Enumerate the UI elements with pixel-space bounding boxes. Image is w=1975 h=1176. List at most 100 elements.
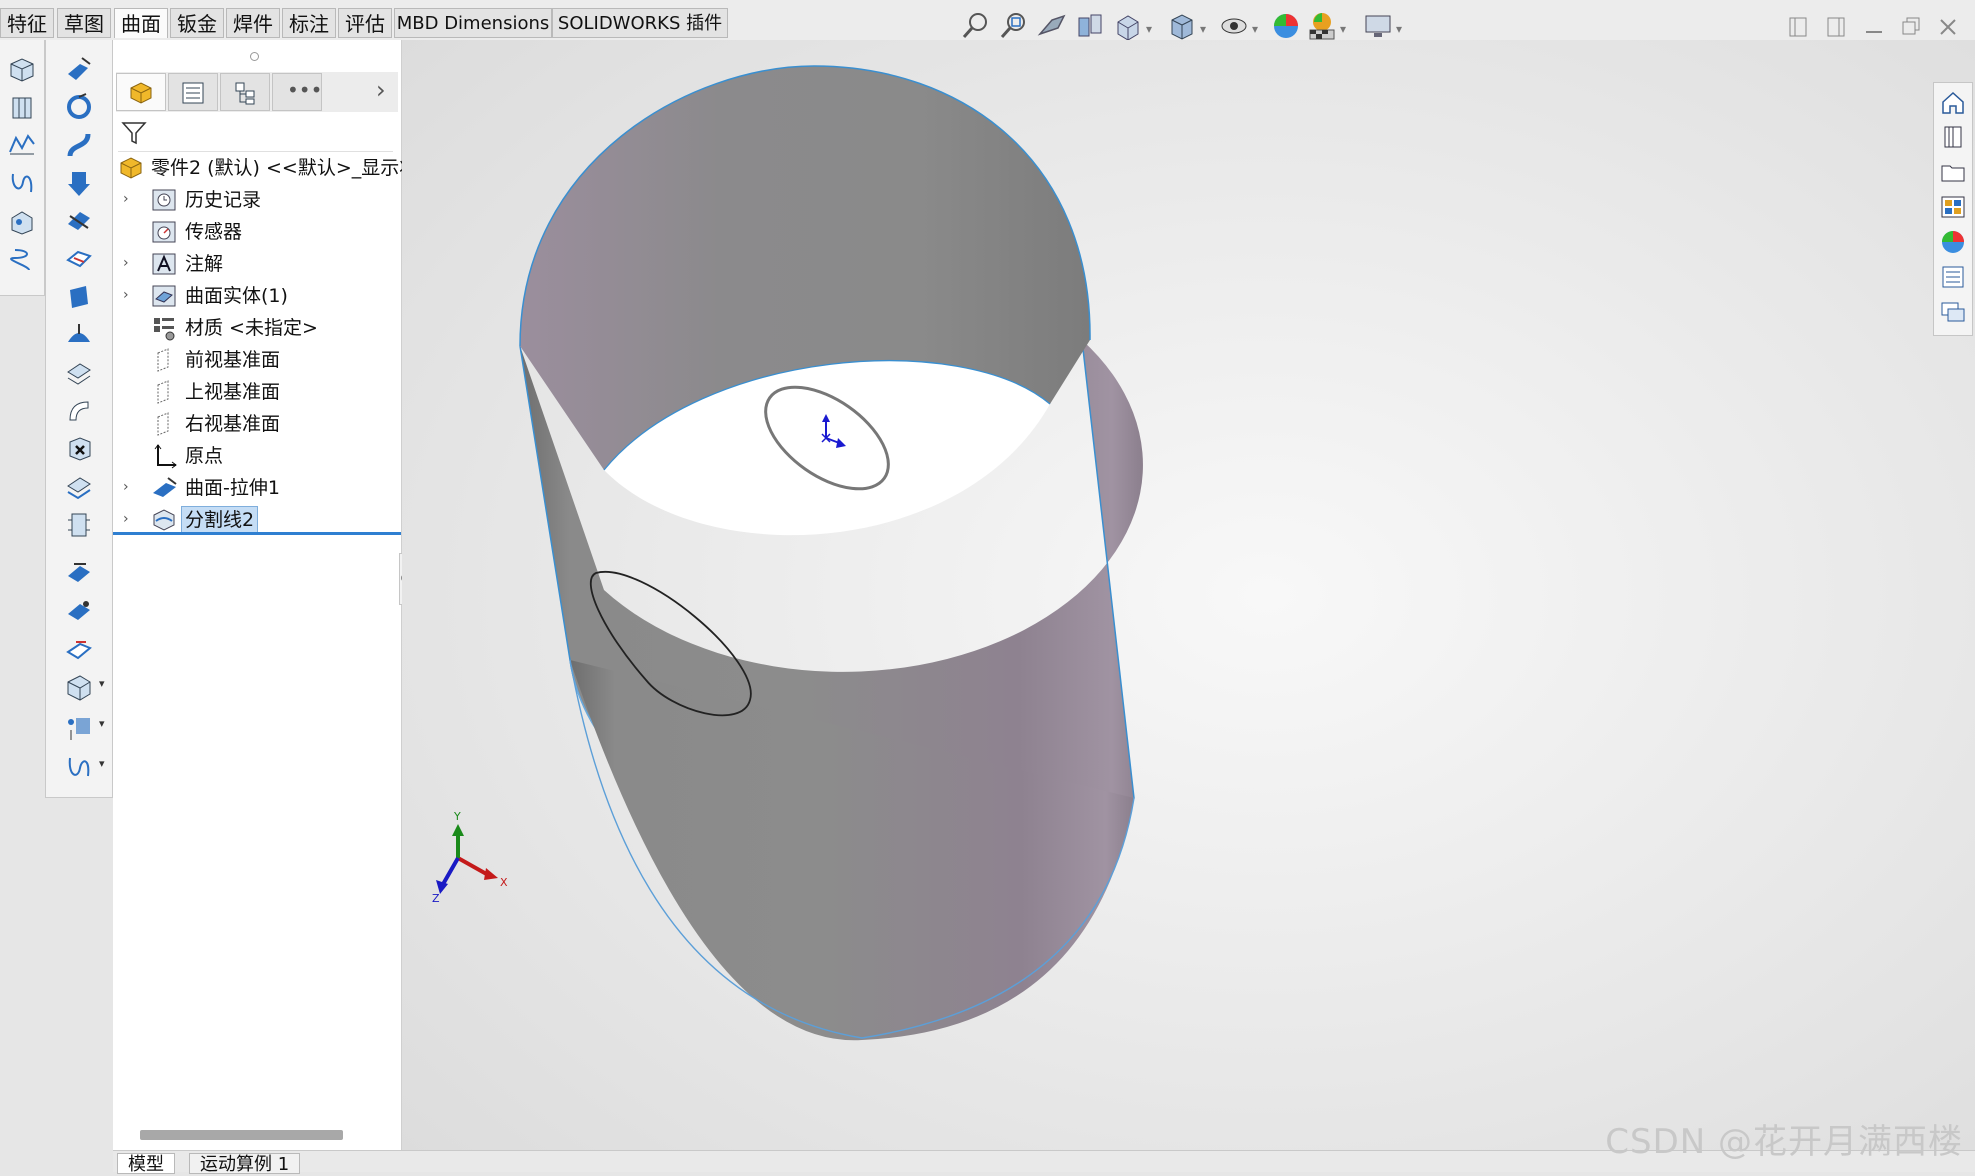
view-palette-icon[interactable] [1939, 193, 1967, 221]
sweep-surface-icon[interactable] [64, 130, 94, 160]
chevron-down-icon[interactable]: ▾ [1146, 22, 1156, 36]
tree-item-origin[interactable]: 原点 [113, 441, 401, 471]
tile-right-icon[interactable] [1823, 14, 1849, 40]
tree-item-label: 前视基准面 [185, 349, 281, 371]
chevron-down-icon[interactable]: ▾ [1396, 22, 1406, 36]
previous-view-icon[interactable] [1036, 10, 1068, 42]
section-view-icon[interactable] [1074, 10, 1106, 42]
tab-evaluate[interactable]: 评估 [338, 8, 392, 38]
tab-mbd-dimensions[interactable]: MBD Dimensions [394, 8, 552, 38]
filter-icon[interactable] [120, 119, 148, 147]
panel-grip-icon[interactable] [250, 52, 259, 61]
tree-item-surface-extrude[interactable]: › 曲面-拉伸1 [113, 473, 401, 503]
graphics-area[interactable]: X Y Z [402, 40, 1975, 1150]
rollback-bar[interactable] [113, 532, 401, 535]
tree-item-label: 曲面实体(1) [185, 285, 288, 307]
loft-surface-icon[interactable] [64, 168, 94, 198]
tree-item-annotations[interactable]: › 注解 [113, 249, 401, 279]
knit-surface-icon[interactable] [64, 396, 94, 426]
expand-arrow-icon[interactable]: › [123, 288, 137, 302]
chevron-down-icon[interactable]: ▾ [99, 757, 105, 770]
minimize-icon[interactable] [1861, 14, 1887, 40]
chevron-right-icon[interactable]: › [376, 76, 386, 104]
tree-item-surface-bodies[interactable]: › 曲面实体(1) [113, 281, 401, 311]
tree-item-material[interactable]: 材质 <未指定> [113, 313, 401, 343]
tree-item-part-root[interactable]: 零件2 (默认) <<默认>_显示状态 [113, 153, 437, 183]
view-settings-icon[interactable] [1362, 10, 1394, 42]
tree-item-history[interactable]: › 历史记录 [113, 185, 401, 215]
reference-geometry-icon[interactable] [64, 712, 94, 742]
revolved-surface-icon[interactable] [7, 92, 37, 122]
zoom-to-area-icon[interactable] [998, 10, 1030, 42]
trim-surface-icon[interactable] [64, 472, 94, 502]
tab-sheet-metal[interactable]: 钣金 [170, 8, 224, 38]
tree-item-top-plane[interactable]: 上视基准面 [113, 377, 401, 407]
tree-filter-bar[interactable] [118, 115, 393, 152]
lofted-surface-icon[interactable] [7, 168, 37, 198]
chevron-down-icon[interactable]: ▾ [1252, 22, 1262, 36]
offset-surface-icon[interactable] [64, 244, 94, 274]
thicken-icon[interactable] [64, 510, 94, 540]
tab-weldments[interactable]: 焊件 [226, 8, 280, 38]
edit-appearance-icon[interactable] [1270, 10, 1302, 42]
planar-surface-icon[interactable] [64, 282, 94, 312]
surface-body-icon [152, 285, 176, 307]
configuration-manager-tab[interactable] [220, 73, 270, 111]
property-list-icon [182, 82, 204, 104]
chevron-down-icon[interactable]: ▾ [99, 717, 105, 730]
file-explorer-icon[interactable] [1939, 158, 1967, 186]
forum-icon[interactable] [1939, 298, 1967, 326]
tab-markup[interactable]: 标注 [282, 8, 336, 38]
surface-flatten-icon[interactable] [64, 672, 94, 702]
tree-item-split-line[interactable]: › 分割线2 [113, 505, 401, 535]
expand-arrow-icon[interactable]: › [123, 256, 137, 270]
chevron-down-icon[interactable]: ▾ [1340, 22, 1350, 36]
delete-face-icon[interactable] [64, 434, 94, 464]
design-library-icon[interactable] [1939, 123, 1967, 151]
boundary-surface-tool-icon[interactable] [64, 206, 94, 236]
extrude-surface-icon[interactable] [64, 54, 94, 84]
extruded-surface-icon[interactable] [7, 54, 37, 84]
tree-item-sensors[interactable]: 传感器 [113, 217, 401, 247]
ellipsis-icon: ••• [287, 78, 323, 102]
tab-solidworks-addins[interactable]: SOLIDWORKS 插件 [552, 8, 728, 38]
model-view[interactable]: X Y Z [402, 40, 1975, 1150]
feature-manager-tab[interactable] [116, 73, 166, 111]
boundary-surface-icon[interactable] [7, 206, 37, 236]
apply-scene-icon[interactable] [1306, 10, 1338, 42]
tab-sketch[interactable]: 草图 [57, 8, 111, 38]
filled-surface-icon[interactable] [7, 244, 37, 274]
tab-features[interactable]: 特征 [0, 8, 54, 38]
swept-surface-icon[interactable] [7, 130, 37, 160]
replace-face-icon[interactable] [64, 558, 94, 588]
home-icon[interactable] [1939, 88, 1967, 116]
zoom-to-fit-icon[interactable] [960, 10, 992, 42]
expand-arrow-icon[interactable]: › [123, 512, 137, 526]
property-manager-tab[interactable] [168, 73, 218, 111]
hide-show-items-icon[interactable] [1218, 10, 1250, 42]
tree-item-right-plane[interactable]: 右视基准面 [113, 409, 401, 439]
revolve-surface-icon[interactable] [64, 92, 94, 122]
horizontal-scrollbar[interactable] [140, 1130, 343, 1140]
untrim-surface-icon[interactable] [64, 596, 94, 626]
tree-item-front-plane[interactable]: 前视基准面 [113, 345, 401, 375]
fill-surface-icon[interactable] [64, 320, 94, 350]
view-orientation-icon[interactable] [1112, 10, 1144, 42]
ruled-surface-icon[interactable] [64, 358, 94, 388]
chevron-down-icon[interactable]: ▾ [99, 677, 105, 690]
chevron-down-icon[interactable]: ▾ [1200, 22, 1210, 36]
tile-left-icon[interactable] [1785, 14, 1811, 40]
expand-arrow-icon[interactable]: › [123, 192, 137, 206]
close-icon[interactable] [1935, 14, 1961, 40]
custom-properties-icon[interactable] [1939, 263, 1967, 291]
expand-arrow-icon[interactable]: › [123, 480, 137, 494]
extend-surface-icon[interactable] [64, 634, 94, 664]
curves-icon[interactable] [64, 752, 94, 782]
part-icon [130, 82, 152, 104]
restore-icon[interactable] [1898, 14, 1924, 40]
more-tab[interactable]: ••• [272, 73, 322, 111]
plane-icon [157, 380, 169, 404]
appearances-icon[interactable] [1939, 228, 1967, 256]
tab-surfaces[interactable]: 曲面 [114, 8, 168, 38]
display-style-icon[interactable] [1166, 10, 1198, 42]
